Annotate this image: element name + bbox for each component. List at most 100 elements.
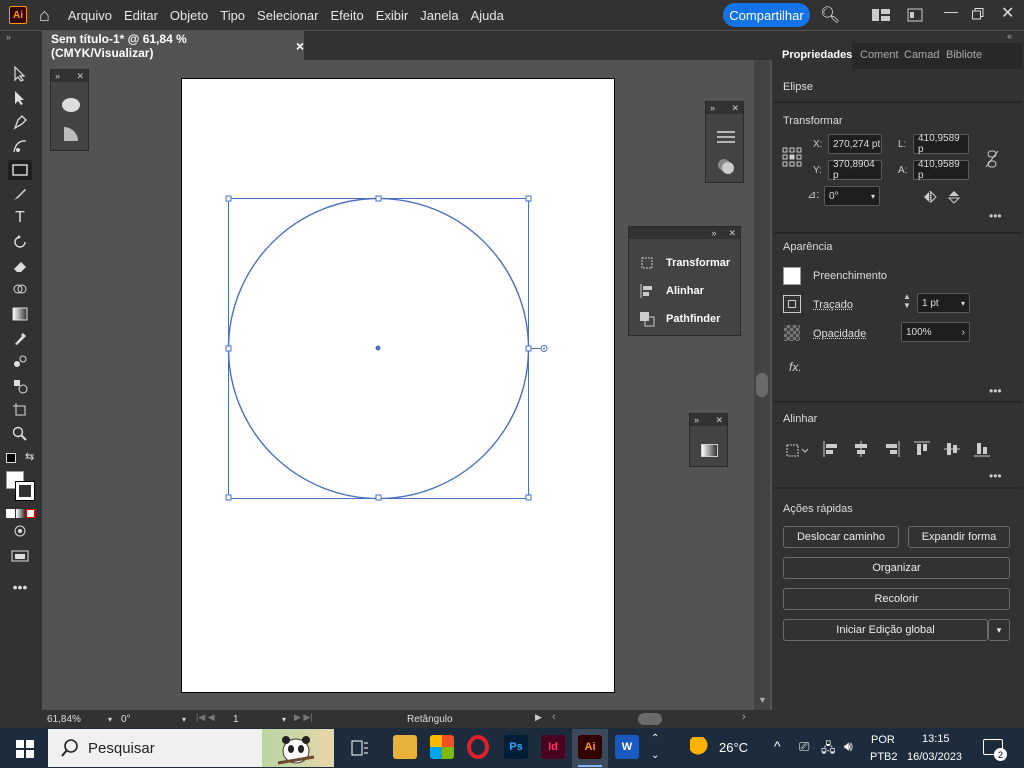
expand-panel-icon[interactable]: » <box>55 71 60 81</box>
menu-tipo[interactable]: Tipo <box>220 8 245 23</box>
workspace-icon[interactable] <box>872 8 890 22</box>
transparency-panel-icon[interactable] <box>717 158 735 174</box>
expand-panel-icon[interactable]: » <box>710 103 715 113</box>
global-edit-button[interactable]: Iniciar Edição global <box>783 619 988 641</box>
direct-selection-tool-icon[interactable] <box>8 88 32 108</box>
menu-selecionar[interactable]: Selecionar <box>257 8 318 23</box>
document-tab[interactable]: Sem título-1* @ 61,84 % (CMYK/Visualizar… <box>42 31 304 60</box>
file-explorer-icon[interactable] <box>393 735 417 759</box>
offset-path-button[interactable]: Deslocar caminho <box>783 526 899 548</box>
eraser-tool-icon[interactable] <box>8 256 32 276</box>
restore-icon[interactable] <box>972 8 984 20</box>
close-panel-icon[interactable]: ✕ <box>715 415 723 426</box>
more-appearance-options-icon[interactable]: ••• <box>989 384 1002 398</box>
flip-horizontal-icon[interactable] <box>923 191 937 203</box>
pathfinder-panel-item[interactable]: Pathfinder <box>629 305 740 333</box>
color-panel-icon[interactable] <box>62 98 80 112</box>
fill-color-swatch[interactable] <box>783 267 801 285</box>
paintbrush-tool-icon[interactable] <box>8 184 32 204</box>
transform-panel-item[interactable]: Transformar <box>629 249 740 277</box>
task-view-icon[interactable] <box>351 739 369 757</box>
menu-janela[interactable]: Janela <box>420 8 458 23</box>
language-secondary[interactable]: PTB2 <box>870 751 898 763</box>
vertical-scroll-thumb[interactable] <box>756 373 768 397</box>
width-field[interactable]: 410,9589 p <box>913 133 969 155</box>
expand-panel-icon[interactable]: » <box>694 415 699 425</box>
windows-start-icon[interactable] <box>16 740 34 758</box>
swap-colors-icon[interactable]: ⇆ <box>25 450 34 463</box>
align-to-icon[interactable] <box>786 442 812 458</box>
zoom-tool-icon[interactable] <box>8 424 32 444</box>
rotation-dropdown[interactable]: 0° ▾ <box>118 712 186 727</box>
weather-temperature[interactable]: 26°C <box>719 740 748 755</box>
align-left-icon[interactable] <box>823 441 839 457</box>
align-vertical-center-icon[interactable] <box>944 441 960 457</box>
photoshop-icon[interactable]: Ps <box>504 735 528 759</box>
height-field[interactable]: 410,9589 p <box>913 159 969 181</box>
collapse-panels-icon[interactable]: « <box>1007 31 1012 41</box>
artboard-tool-icon[interactable] <box>8 400 32 420</box>
menu-editar[interactable]: Editar <box>124 8 158 23</box>
constrain-proportions-icon[interactable] <box>985 150 999 168</box>
next-artboard-icon[interactable]: ▶ ▶| <box>294 712 313 723</box>
menu-exibir[interactable]: Exibir <box>376 8 409 23</box>
arrange-button[interactable]: Organizar <box>783 557 1010 579</box>
selected-ellipse[interactable] <box>222 192 552 506</box>
eyedropper-tool-icon[interactable] <box>8 328 32 348</box>
stroke-label[interactable]: Traçado <box>813 299 853 311</box>
illustrator-icon[interactable]: Ai <box>578 735 602 759</box>
zoom-level-dropdown[interactable]: 61,84% ▾ <box>44 712 112 727</box>
indesign-icon[interactable]: Id <box>541 735 565 759</box>
scroll-down-icon[interactable]: ▼ <box>758 695 767 705</box>
y-field[interactable]: 370,8904 p <box>828 159 882 181</box>
default-colors-icon[interactable] <box>6 453 16 463</box>
align-bottom-icon[interactable] <box>974 441 990 457</box>
align-panel-item[interactable]: Alinhar <box>629 277 740 305</box>
opacity-field[interactable]: 100% › <box>901 322 970 342</box>
scroll-right-icon[interactable]: › <box>742 711 746 723</box>
close-window-icon[interactable]: ✕ <box>1001 3 1014 23</box>
expand-panel-icon[interactable]: » <box>711 228 716 238</box>
draw-mode-icon[interactable] <box>8 521 32 541</box>
network-icon[interactable]: 🖧︎ <box>821 739 836 761</box>
flip-vertical-icon[interactable] <box>948 190 960 204</box>
selection-tool-icon[interactable] <box>8 64 32 84</box>
opera-icon[interactable] <box>467 735 489 759</box>
word-icon[interactable]: W <box>615 735 639 759</box>
recolor-button[interactable]: Recolorir <box>783 588 1010 610</box>
align-right-icon[interactable] <box>884 441 900 457</box>
tab-comments[interactable]: Coment <box>860 49 899 61</box>
stroke-color-swatch[interactable] <box>783 295 801 313</box>
menu-efeito[interactable]: Efeito <box>330 8 363 23</box>
menu-ajuda[interactable]: Ajuda <box>471 8 504 23</box>
rotate-tool-icon[interactable] <box>8 232 32 252</box>
blend-tool-icon[interactable] <box>8 352 32 372</box>
clock-time[interactable]: 13:15 <box>922 733 950 745</box>
menu-objeto[interactable]: Objeto <box>170 8 208 23</box>
first-artboard-icon[interactable]: |◀ ◀ <box>196 712 215 723</box>
rectangle-tool-icon[interactable] <box>8 160 32 180</box>
home-icon[interactable]: ⌂ <box>39 5 50 26</box>
reference-point-icon[interactable] <box>782 147 802 167</box>
global-edit-dropdown[interactable]: ▾ <box>988 619 1010 641</box>
angle-field[interactable]: 0° ▾ <box>824 186 880 206</box>
volume-icon[interactable]: 🔊︎ <box>844 738 853 755</box>
arrange-documents-icon[interactable] <box>907 8 923 22</box>
chevron-down-icon[interactable]: ▾ <box>961 299 965 308</box>
edit-toolbar-icon[interactable]: ••• <box>8 577 32 597</box>
type-tool-icon[interactable]: T <box>8 208 32 228</box>
microsoft-store-icon[interactable] <box>430 735 454 759</box>
close-tab-icon[interactable]: × <box>296 38 304 54</box>
curvature-tool-icon[interactable] <box>8 136 32 156</box>
align-top-icon[interactable] <box>914 441 930 457</box>
horizontal-scroll-thumb[interactable] <box>638 713 662 725</box>
close-panel-icon[interactable]: ✕ <box>731 103 739 114</box>
stroke-swatch[interactable] <box>15 481 35 501</box>
chevron-down-icon[interactable]: ▾ <box>871 192 875 201</box>
screen-mode-icon[interactable] <box>8 546 32 566</box>
symbol-sprayer-tool-icon[interactable] <box>8 376 32 396</box>
show-hidden-icons-icon[interactable]: ^ <box>774 738 781 754</box>
shape-builder-tool-icon[interactable] <box>8 280 32 300</box>
pen-tool-icon[interactable] <box>8 112 32 132</box>
tab-layers[interactable]: Camad <box>904 49 939 61</box>
